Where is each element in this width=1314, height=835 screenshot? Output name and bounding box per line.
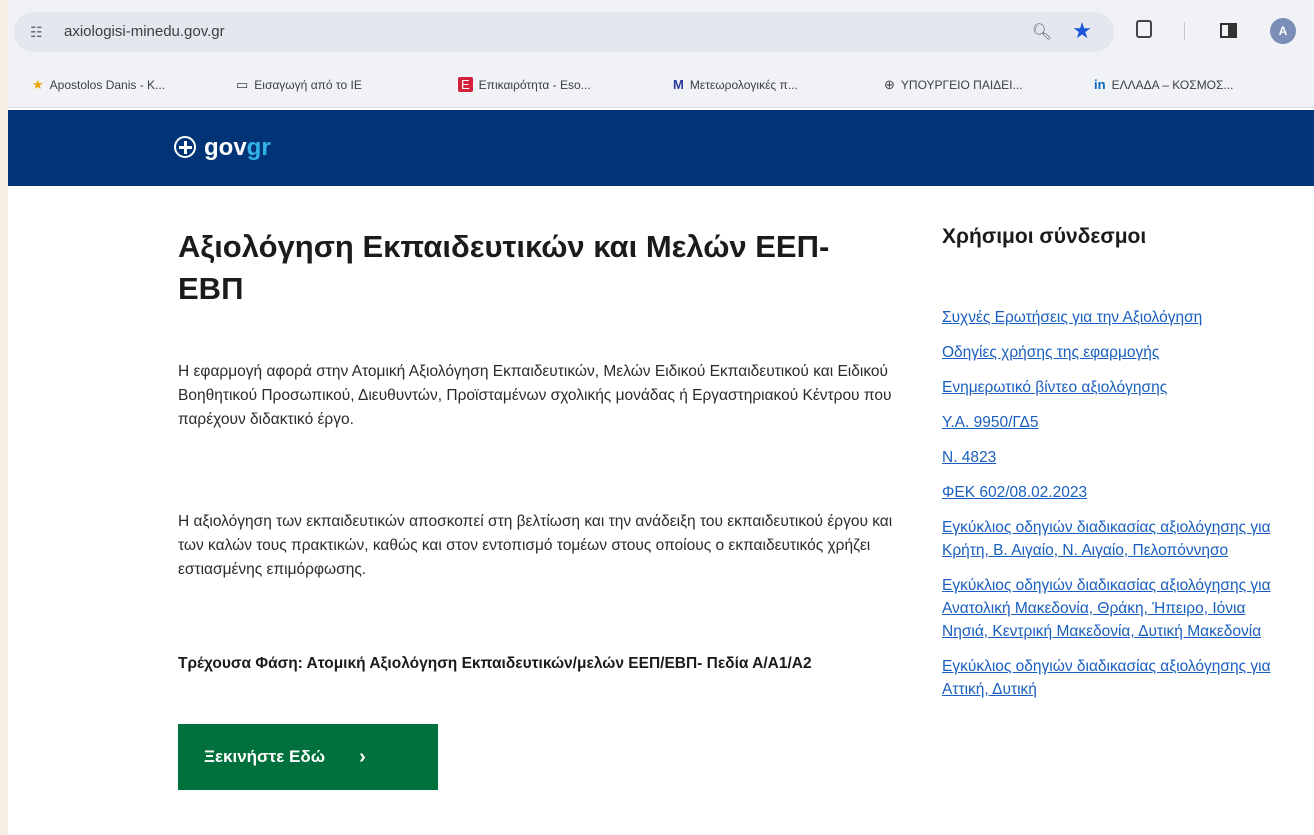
link-info-video[interactable]: Ενημερωτικό βίντεο αξιολόγησης — [942, 376, 1292, 399]
bookmark-star-icon[interactable]: ★ — [1072, 18, 1092, 44]
intro-paragraph: Η εφαρμογή αφορά στην Ατομική Αξιολόγηση… — [178, 363, 892, 428]
url-text[interactable]: axiologisi-minedu.gov.gr — [64, 23, 225, 40]
useful-links-list: Συχνές Ερωτήσεις για την Αξιολόγηση Οδηγ… — [942, 306, 1292, 713]
bookmark-item[interactable]: ★ Apostolos Danis - K... — [32, 77, 165, 93]
bookmark-item[interactable]: M Μετεωρολογικές π... — [673, 77, 798, 92]
emblem-icon — [174, 136, 196, 158]
useful-links-title: Χρήσιμοι σύνδεσμοι — [942, 225, 1147, 248]
profile-avatar[interactable]: A — [1270, 18, 1296, 44]
link-fek-602[interactable]: ΦΕΚ 602/08.02.2023 — [942, 481, 1292, 504]
link-circular-attica[interactable]: Εγκύκλιος οδηγιών διαδικασίας αξιολόγηση… — [942, 655, 1292, 701]
toolbar-separator — [1184, 22, 1185, 40]
link-circular-crete-aegean[interactable]: Εγκύκλιος οδηγιών διαδικασίας αξιολόγηση… — [942, 516, 1292, 562]
browser-window: ☷ axiologisi-minedu.gov.gr 🔍︎ ★ A ★ Apost… — [8, 0, 1314, 835]
start-button-label: Ξεκινήστε Εδώ — [204, 747, 326, 766]
address-bar-row: ☷ axiologisi-minedu.gov.gr 🔍︎ ★ A — [8, 0, 1314, 64]
folder-icon: ▭ — [236, 77, 249, 92]
link-circular-macedonia-thrace[interactable]: Εγκύκλιος οδηγιών διαδικασίας αξιολόγηση… — [942, 574, 1292, 643]
link-faq[interactable]: Συχνές Ερωτήσεις για την Αξιολόγηση — [942, 306, 1292, 329]
link-user-guide[interactable]: Οδηγίες χρήσης της εφαρμογής — [942, 341, 1292, 364]
chevron-right-icon: › — [359, 745, 366, 768]
ministry-icon: ⊕ — [884, 77, 895, 92]
eso-icon: E — [458, 77, 473, 92]
gov-header: govgr — [8, 110, 1314, 186]
purpose-paragraph: Η αξιολόγηση των εκπαιδευτικών αποσκοπεί… — [178, 513, 893, 578]
link-ministerial-decision[interactable]: Υ.Α. 9950/ΓΔ5 — [942, 411, 1292, 434]
meteo-icon: M — [673, 77, 684, 92]
site-info-icon[interactable]: ☷ — [30, 24, 43, 41]
bookmark-item[interactable]: ▭ Εισαγωγή από το IE — [236, 77, 362, 93]
link-law-4823[interactable]: Ν. 4823 — [942, 446, 1292, 469]
bookmark-item[interactable]: E Επικαιρότητα - Eso... — [458, 77, 591, 92]
page-title: Αξιολόγηση Εκπαιδευτικών και Μελών ΕΕΠ-Ε… — [178, 229, 830, 306]
current-phase: Τρέχουσα Φάση: Ατομική Αξιολόγηση Εκπαιδ… — [178, 655, 812, 672]
omnibox[interactable]: ☷ axiologisi-minedu.gov.gr 🔍︎ ★ — [14, 12, 1114, 52]
extensions-icon[interactable] — [1136, 20, 1152, 38]
bookmarks-bar: ★ Apostolos Danis - K... ▭ Εισαγωγή από το… — [8, 64, 1314, 108]
bookmark-item[interactable]: ⊕ ΥΠΟΥΡΓΕΙΟ ΠΑΙΔΕΙ... — [884, 77, 1023, 93]
bookmark-item[interactable]: in ΕΛΛΑΔΑ – ΚΟΣΜΟΣ... — [1094, 77, 1233, 92]
start-here-button[interactable]: Ξεκινήστε Εδώ › — [178, 724, 438, 790]
side-panel-icon[interactable] — [1220, 23, 1237, 38]
govgr-logo[interactable]: govgr — [174, 134, 271, 162]
star-icon: ★ — [32, 77, 44, 92]
linkedin-icon: in — [1094, 77, 1106, 92]
zoom-icon[interactable]: 🔍︎ — [1032, 22, 1052, 42]
